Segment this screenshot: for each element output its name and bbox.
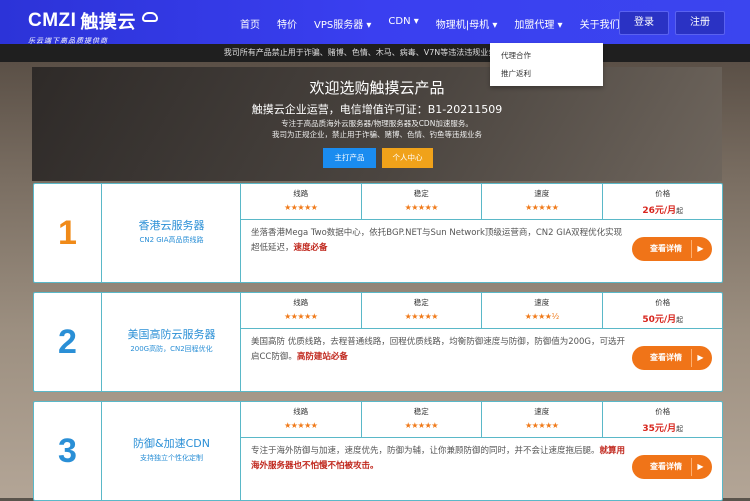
price-unit: 起: [676, 425, 684, 433]
main-products-button[interactable]: 主打产品: [323, 148, 376, 168]
star-rating: ★★★★★: [404, 203, 439, 212]
spec-label-price: 价格: [655, 189, 671, 198]
product-name-cell: 防御&加速CDN 支持独立个性化定制: [103, 402, 241, 500]
dropdown-item-referral[interactable]: 推广返利: [501, 68, 603, 79]
dropdown-item-agent-coop[interactable]: 代理合作: [501, 50, 603, 61]
price-unit: 起: [676, 207, 684, 215]
product-subtitle: 200G高防，CN2回程优化: [130, 345, 213, 353]
view-details-label: 查看详情: [650, 353, 682, 362]
product-name-cell: 香港云服务器 CN2 GIA高品质线路: [103, 184, 241, 282]
hero-license: 触摸云企业运营，电信增值许可证：B1-20211509: [251, 103, 503, 116]
spec-label-stability: 稳定: [413, 407, 429, 416]
star-rating: ★★★★★: [284, 421, 318, 430]
price-value: 35元/月: [642, 424, 677, 434]
spec-label-stability: 稳定: [413, 298, 429, 307]
logo-cn: 触摸云: [80, 12, 136, 32]
view-details-button[interactable]: 查看详情 ▶: [632, 237, 712, 261]
product-number: 1: [34, 184, 102, 282]
main-menu: 首页 特价 VPS服务器 ▾ CDN ▾ 物理机|母机 ▾ 加盟代理 ▾ 关于我…: [240, 16, 645, 31]
login-button[interactable]: 登录: [619, 11, 669, 35]
menu-item-vps[interactable]: VPS服务器 ▾: [314, 16, 371, 31]
arrow-right-icon: ▶: [691, 349, 709, 367]
star-rating: ★★★★½: [524, 312, 559, 321]
spec-label-price: 价格: [655, 298, 671, 307]
menu-item-agent[interactable]: 加盟代理 ▾: [514, 16, 562, 31]
hero-line1: 专注于高品质海外云服务器/物理服务器及CDN加速服务。: [281, 119, 473, 128]
product-name[interactable]: 美国高防云服务器: [103, 326, 240, 342]
price-unit: 起: [676, 316, 684, 324]
product-name[interactable]: 香港云服务器: [103, 217, 240, 233]
star-rating: ★★★★★: [525, 421, 559, 430]
arrow-right-icon: ▶: [691, 240, 709, 258]
description-highlight: 高防建站必备: [296, 352, 348, 362]
product-subtitle: 支持独立个性化定制: [140, 454, 203, 462]
register-button[interactable]: 注册: [675, 11, 725, 35]
arrow-right-icon: ▶: [691, 458, 709, 476]
product-card: 2 美国高防云服务器 200G高防，CN2回程优化 线路 ★★★★★ 稳定 ★★★★…: [33, 292, 723, 392]
hero-title: 欢迎选购触摸云产品: [309, 79, 445, 97]
price-value: 26元/月: [642, 206, 677, 216]
product-card: 1 香港云服务器 CN2 GIA高品质线路 线路 ★★★★★ 稳定 ★★★★★ 速度…: [33, 183, 723, 283]
spec-label-line: 线路: [293, 407, 309, 416]
menu-item-home[interactable]: 首页: [240, 16, 260, 31]
product-description: 专注于海外防御与加速，速度优先，防御为辅，让你兼顾防御的同时，并不会让速度拖后腿…: [251, 444, 629, 474]
spec-label-price: 价格: [655, 407, 671, 416]
product-description: 坐落香港Mega Two数据中心，依托BGP.NET与Sun Network顶级…: [251, 226, 629, 256]
product-number: 2: [34, 293, 102, 391]
agent-dropdown: 代理合作 推广返利: [490, 43, 603, 86]
product-specs: 线路 ★★★★★ 稳定 ★★★★★ 速度 ★★★★★ 价格 35元/月起: [241, 402, 723, 438]
menu-item-physical[interactable]: 物理机|母机 ▾: [436, 16, 498, 31]
spec-label-line: 线路: [293, 298, 309, 307]
star-rating: ★★★★★: [284, 203, 318, 212]
menu-item-specials[interactable]: 特价: [277, 16, 297, 31]
product-name[interactable]: 防御&加速CDN: [103, 435, 240, 451]
logo-text: CMZI: [28, 10, 77, 31]
product-card: 3 防御&加速CDN 支持独立个性化定制 线路 ★★★★★ 稳定 ★★★★★ 速度 ★…: [33, 401, 723, 501]
spec-label-speed: 速度: [534, 407, 550, 416]
product-specs: 线路 ★★★★★ 稳定 ★★★★★ 速度 ★★★★½ 价格 50元/月起: [241, 293, 723, 329]
hero-banner: 欢迎选购触摸云产品 触摸云企业运营，电信增值许可证：B1-20211509 专注…: [32, 67, 722, 181]
view-details-label: 查看详情: [650, 244, 682, 253]
description-highlight: 速度必备: [293, 243, 328, 253]
star-rating: ★★★★★: [404, 421, 439, 430]
view-details-button[interactable]: 查看详情 ▶: [632, 455, 712, 479]
product-subtitle: CN2 GIA高品质线路: [139, 236, 204, 244]
top-navbar: CMZI 触摸云 乐云端下高品质提供商 首页 特价 VPS服务器 ▾ CDN ▾…: [0, 0, 750, 46]
star-rating: ★★★★★: [525, 203, 559, 212]
hero-line2: 我司为正规企业，禁止用于诈骗、赌博、色情、钓鱼等违规业务: [272, 130, 482, 139]
product-specs: 线路 ★★★★★ 稳定 ★★★★★ 速度 ★★★★★ 价格 26元/月起: [241, 184, 723, 220]
price-value: 50元/月: [642, 315, 677, 325]
product-name-cell: 美国高防云服务器 200G高防，CN2回程优化: [103, 293, 241, 391]
star-rating: ★★★★★: [404, 312, 439, 321]
view-details-label: 查看详情: [650, 462, 682, 471]
spec-label-speed: 速度: [534, 189, 550, 198]
spec-label-speed: 速度: [534, 298, 550, 307]
product-description: 美国高防 优质线路，去程普通线路，回程优质线路，均衡防御速度与防御，防御值为20…: [251, 335, 629, 365]
star-rating: ★★★★★: [284, 312, 318, 321]
spec-label-stability: 稳定: [413, 189, 429, 198]
menu-item-cdn[interactable]: CDN ▾: [388, 16, 418, 31]
view-details-button[interactable]: 查看详情 ▶: [632, 346, 712, 370]
logo[interactable]: CMZI 触摸云 乐云端下高品质提供商: [28, 8, 158, 46]
product-number: 3: [34, 402, 102, 500]
cloud-icon: [141, 12, 158, 22]
notice-bar: 我司所有产品禁止用于诈骗、赌博、色情、木马、病毒、V7N等违法违规业务，违者将封: [0, 44, 750, 62]
user-center-button[interactable]: 个人中心: [382, 148, 433, 168]
spec-label-line: 线路: [293, 189, 309, 198]
description-text: 专注于海外防御与加速，速度优先，防御为辅，让你兼顾防御的同时，并不会让速度拖后腿…: [251, 446, 600, 456]
